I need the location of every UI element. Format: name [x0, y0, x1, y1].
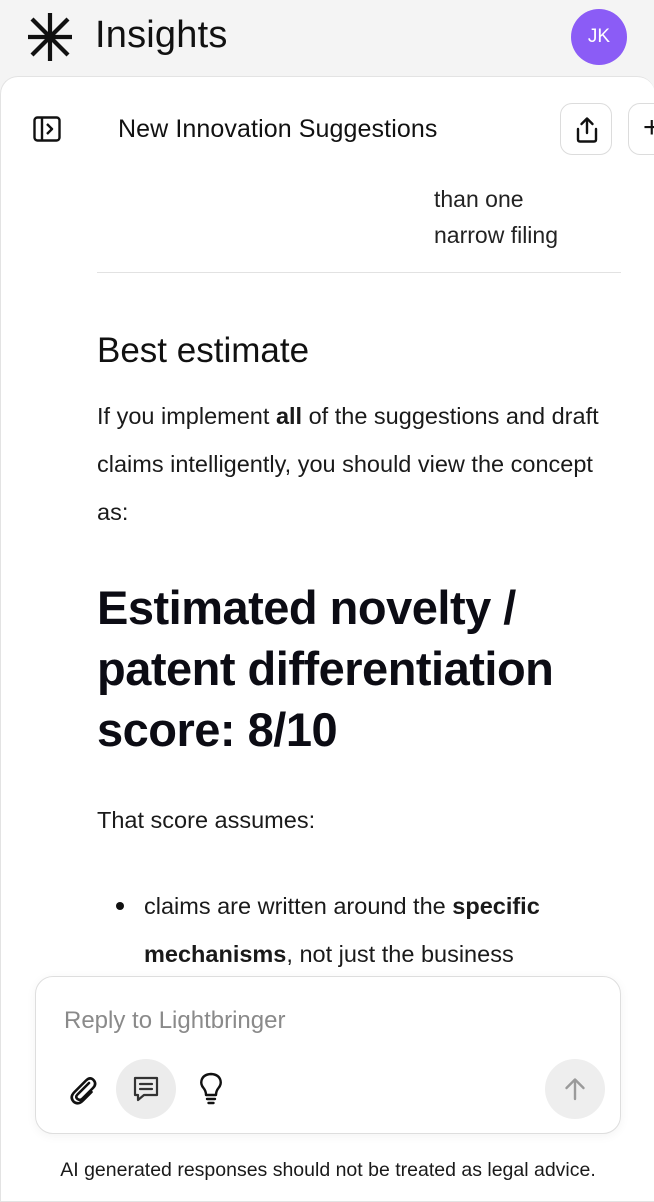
- plus-icon: +: [643, 112, 654, 144]
- list-item-text: claims are written around the: [144, 893, 453, 919]
- intro-text: If you implement: [97, 403, 276, 429]
- assumes-text: That score assumes:: [97, 807, 316, 833]
- intro-bold-text: all: [275, 403, 303, 429]
- reply-input[interactable]: [64, 1007, 564, 1035]
- section-heading: Best estimate: [97, 331, 310, 370]
- chat-toolbar: New Innovation Suggestions +: [1, 77, 654, 177]
- table-cell-tail: than one narrow filing: [434, 181, 558, 253]
- app-header: Insights JK: [0, 0, 654, 78]
- template-button[interactable]: [116, 1059, 176, 1119]
- sidebar-toggle-icon[interactable]: [32, 114, 62, 144]
- message-lines-icon: [133, 1076, 159, 1102]
- reply-composer: [35, 976, 621, 1134]
- share-button[interactable]: [560, 103, 612, 155]
- share-icon: [576, 117, 598, 143]
- send-button[interactable]: [545, 1059, 605, 1119]
- table-cell-line: narrow filing: [434, 222, 558, 248]
- chat-panel: New Innovation Suggestions + than one na…: [0, 76, 654, 1202]
- app-title: Insights: [95, 14, 228, 56]
- arrow-up-icon: [565, 1078, 585, 1101]
- chat-title[interactable]: New Innovation Suggestions: [118, 115, 437, 144]
- user-avatar[interactable]: JK: [571, 9, 627, 65]
- table-divider: [97, 272, 621, 273]
- intro-paragraph: If you implement all of the suggestions …: [97, 392, 627, 536]
- table-cell-line: than one: [434, 186, 524, 212]
- bullet-dot: [116, 902, 124, 910]
- legal-disclaimer: AI generated responses should not be tre…: [60, 1159, 596, 1181]
- asterisk-logo-icon[interactable]: [24, 11, 76, 63]
- paperclip-icon[interactable]: [64, 1071, 100, 1107]
- new-chat-button[interactable]: +: [628, 103, 654, 155]
- list-item-text-continued: , not just the business: [286, 941, 514, 967]
- assumptions-list: claims are written around the specific m…: [116, 882, 634, 978]
- score-heading: Estimated novelty / patent differentiati…: [97, 581, 554, 756]
- lightbulb-icon[interactable]: [196, 1071, 226, 1107]
- list-item: claims are written around the specific m…: [116, 882, 634, 978]
